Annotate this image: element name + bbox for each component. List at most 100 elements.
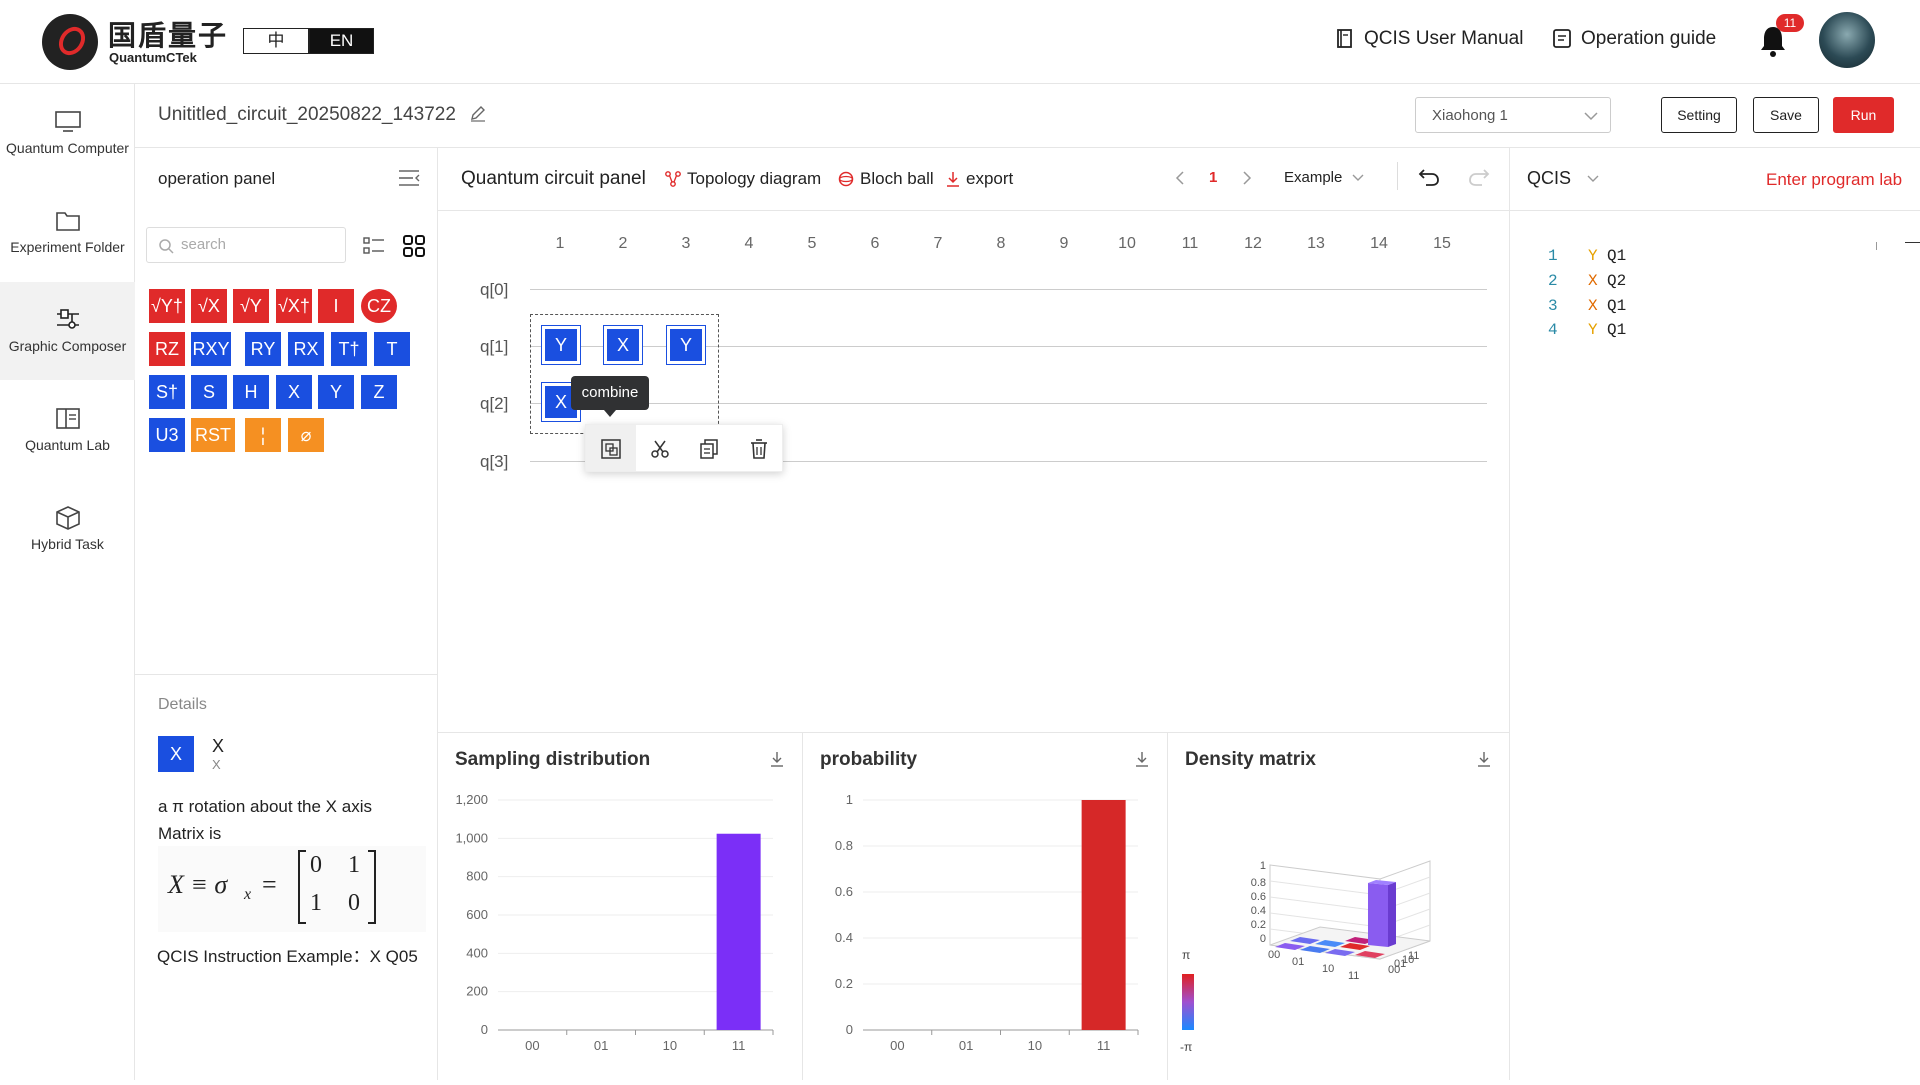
nav-item-quantum-lab[interactable]: Quantum Lab [0,381,135,479]
gate-sqrt-ydg[interactable]: √Y† [149,289,185,323]
chevron-right-icon[interactable] [1242,171,1252,185]
lang-en-button[interactable]: EN [309,28,374,54]
bloch-link[interactable]: Bloch ball [838,169,934,189]
details-divider [135,674,438,675]
menu-collapse-icon[interactable] [398,169,420,187]
gate-rx[interactable]: RX [288,332,324,366]
circuit-panel-title: Quantum circuit panel [461,168,646,189]
save-button[interactable]: Save [1753,97,1819,133]
y-tick-label: 200 [466,984,488,999]
delete-icon[interactable] [749,439,769,459]
gate-ry[interactable]: RY [245,332,281,366]
enter-program-lab-link[interactable]: Enter program lab [1766,170,1902,190]
grid-view-icon[interactable] [403,235,425,257]
example-select[interactable]: Example [1284,169,1364,186]
circuit-gate[interactable]: Y [666,325,706,365]
gate-sqrt-x[interactable]: √X [191,289,227,323]
formula-sub: x [244,886,252,903]
gate-rxy[interactable]: RXY [191,332,231,366]
download-icon[interactable] [1135,751,1149,767]
gate-z[interactable]: Z [361,375,397,409]
qubit-label: q[3] [480,452,509,471]
x-tick: 00 [1268,949,1280,961]
x-tick-label: 11 [1097,1038,1111,1053]
column-number: 13 [1307,235,1325,252]
topology-link[interactable]: Topology diagram [665,169,821,189]
copy-icon[interactable] [699,439,719,459]
details-description: a π rotation about the X axis [158,797,372,816]
setting-button[interactable]: Setting [1661,97,1737,133]
colorbar-min-label: -π [1180,1040,1193,1054]
gate-sqrt-xdg[interactable]: √X† [276,289,312,323]
undo-icon[interactable] [1418,168,1440,186]
combine-tooltip: combine [571,376,649,410]
column-number: 12 [1244,235,1262,252]
code-line-number: 1 [1548,247,1558,265]
gate-tdg[interactable]: T† [331,332,367,366]
nav-label: Experiment Folder [10,239,125,255]
gate-sdg[interactable]: S† [149,375,185,409]
nav-item-quantum-computer[interactable]: Quantum Computer [0,84,135,182]
qcis-header-divider [1510,210,1920,211]
operation-panel [135,148,438,1080]
column-number: 3 [681,235,691,252]
qcis-select[interactable]: QCIS [1527,168,1599,189]
search-input[interactable]: search [146,227,346,263]
redo-icon[interactable] [1468,168,1490,186]
nav-item-graphic-composer[interactable]: Graphic Composer [0,282,135,380]
gate-sqrt-y[interactable]: √Y [233,289,269,323]
edit-icon[interactable] [469,104,487,122]
gate-i[interactable]: I [318,289,354,323]
gate-t[interactable]: T [374,332,410,366]
gate-u3[interactable]: U3 [149,418,185,452]
nav-item-hybrid-task[interactable]: Hybrid Task [0,480,135,578]
nav-label: Graphic Composer [8,338,127,354]
example-label: Example [1284,169,1343,186]
computer-select[interactable]: Xiaohong 1 [1415,97,1611,133]
x-tick: 11 [1348,970,1359,982]
operation-guide-link[interactable]: Operation guide [1553,28,1716,50]
code-qubit: Q1 [1607,297,1627,315]
download-icon[interactable] [770,751,784,767]
gate-h[interactable]: H [233,375,269,409]
circuit-gate[interactable]: Y [541,325,581,365]
gate-cz[interactable]: CZ [361,289,397,323]
gate-barrier[interactable]: ¦ [245,418,281,452]
nav-item-experiment-folder[interactable]: Experiment Folder [0,183,135,281]
gate-rst[interactable]: RST [191,418,235,452]
run-button[interactable]: Run [1833,97,1894,133]
sampling-chart-title: Sampling distribution [455,749,651,770]
chevron-down-icon [1584,112,1598,121]
gate-y[interactable]: Y [318,375,354,409]
circuit-name: Unititled_circuit_20250822_143722 [158,104,456,125]
export-link[interactable]: export [946,169,1013,189]
user-manual-link[interactable]: QCIS User Manual [1336,28,1523,50]
gate-x[interactable]: X [276,375,312,409]
colorbar [1182,974,1194,1030]
cut-icon[interactable] [650,439,670,459]
chevron-left-icon[interactable] [1175,171,1185,185]
column-number: 14 [1370,235,1388,252]
topology-icon [665,171,681,187]
combine-icon[interactable] [601,439,621,459]
gate-s[interactable]: S [191,375,227,409]
scroll-marker [1905,242,1920,243]
circuit-header-divider [438,210,1510,211]
column-number: 6 [870,235,880,252]
circuit-gate[interactable]: X [603,325,643,365]
page-number[interactable]: 1 [1209,169,1217,186]
bar-11 [1081,800,1126,1030]
download-icon[interactable] [1477,751,1491,767]
gate-rz[interactable]: RZ [149,332,185,366]
qubit-label: q[2] [480,394,509,413]
code-op: Y [1588,247,1598,265]
gate-measure[interactable]: ⌀ [288,418,324,452]
list-view-icon[interactable] [363,236,385,256]
lang-cn-button[interactable]: 中 [243,28,309,54]
qubit-wire [530,289,1487,290]
density-3d-chart: 1 0.8 0.6 0.4 0.2 0 00 01 10 11 00 01 10… [1251,860,1431,982]
circuit-title[interactable]: Unititled_circuit_20250822_143722 [158,104,487,126]
matrix-bracket-right [368,850,376,924]
avatar[interactable] [1819,12,1875,68]
manual-icon [1337,29,1352,48]
